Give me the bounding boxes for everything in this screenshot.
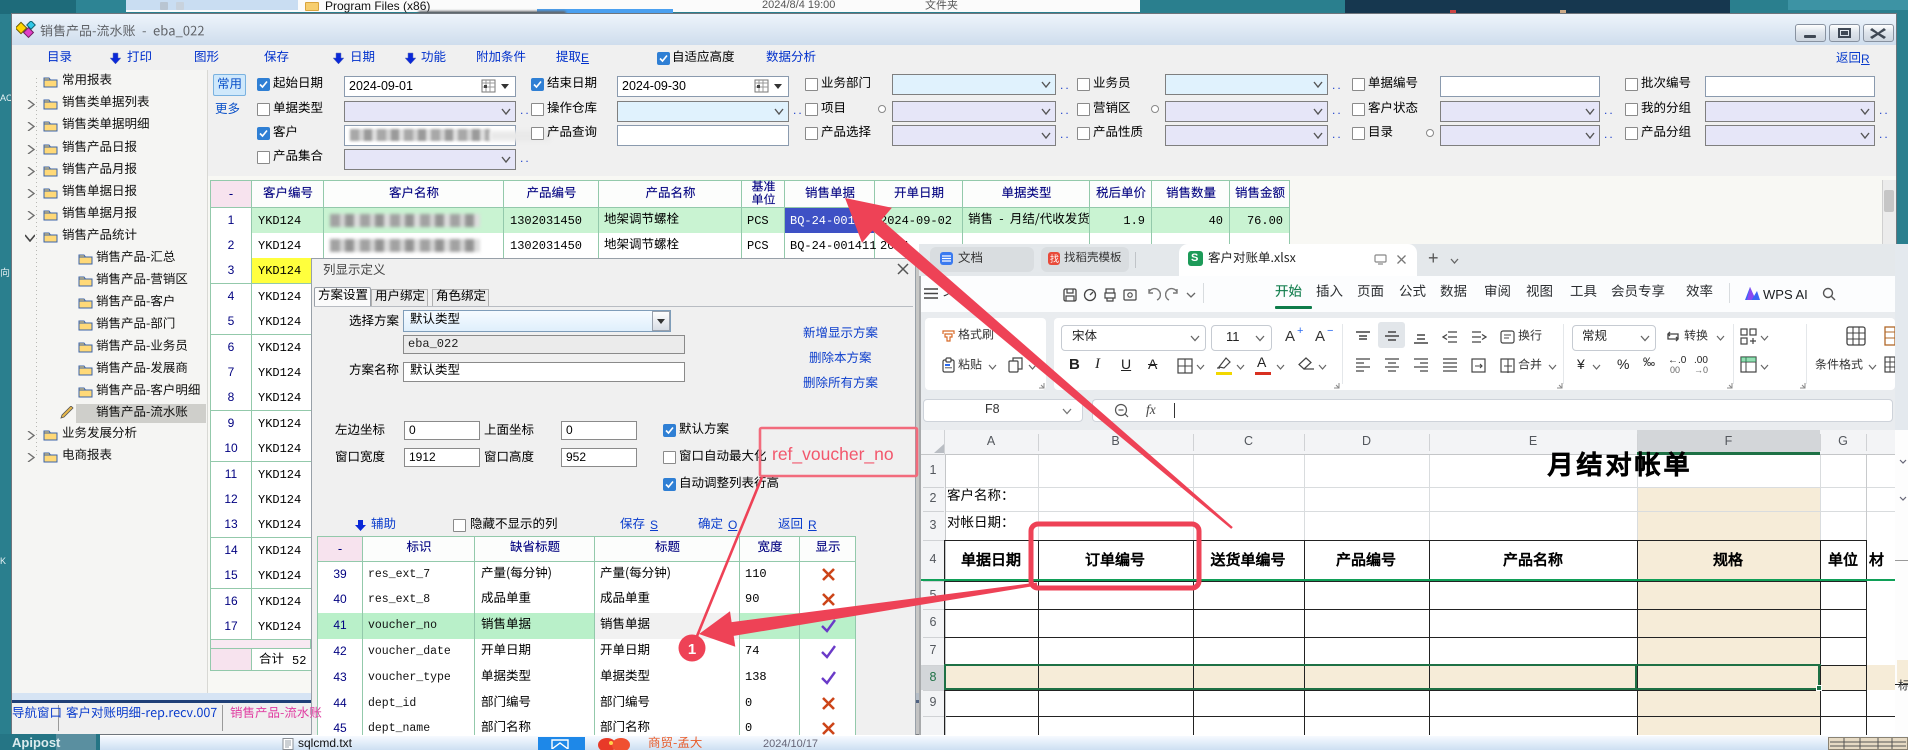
svg-text:1: 1 <box>688 641 696 658</box>
svg-text:ref_voucher_no: ref_voucher_no <box>772 444 894 465</box>
